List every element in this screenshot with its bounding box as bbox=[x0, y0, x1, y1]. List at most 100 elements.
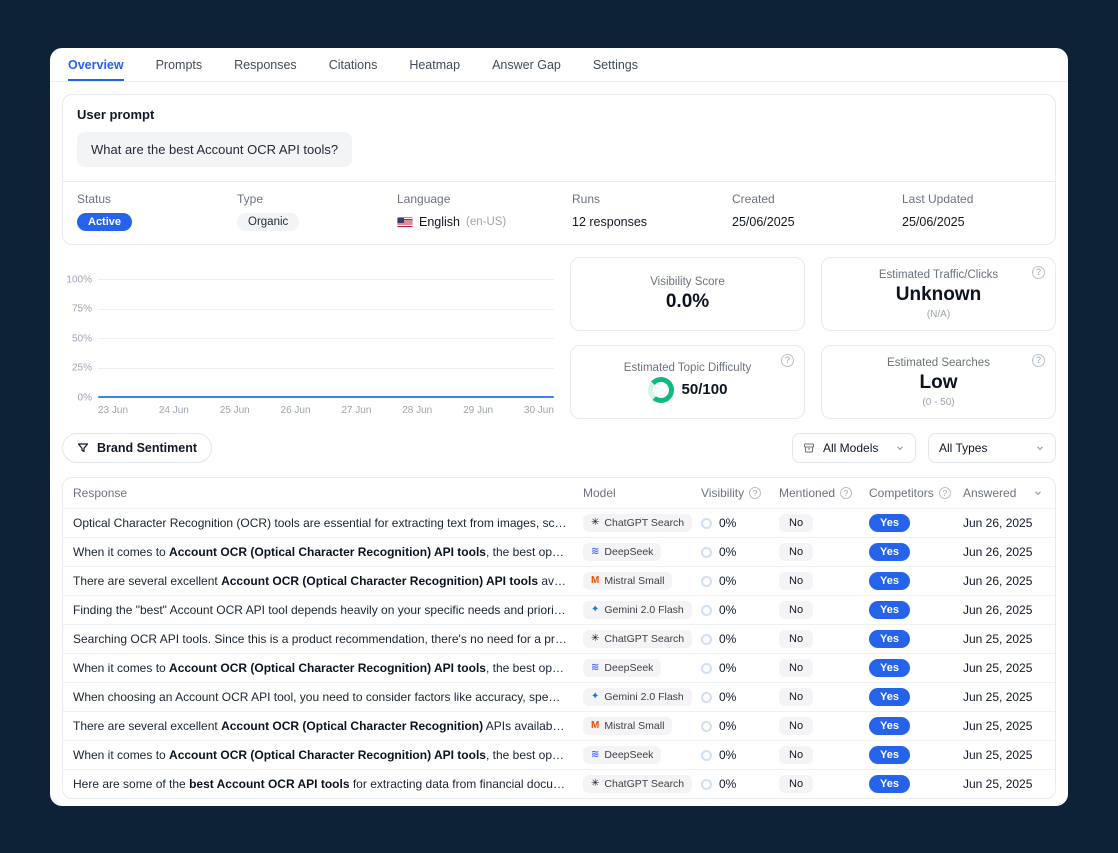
response-text: Searching OCR API tools. Since this is a… bbox=[73, 631, 583, 646]
filter-funnel-icon bbox=[77, 442, 89, 454]
response-text: Optical Character Recognition (OCR) tool… bbox=[73, 515, 583, 530]
table-row[interactable]: Finding the "best" Account OCR API tool … bbox=[63, 595, 1055, 624]
response-text: There are several excellent bbox=[73, 573, 222, 588]
table-row[interactable]: There are several excellent Account OCR … bbox=[63, 566, 1055, 595]
response-text: Account OCR (Optical Character Recogniti… bbox=[169, 544, 486, 559]
response-cell: Searching OCR API tools. Since this is a… bbox=[63, 625, 583, 654]
model-badge: M Mistral Small bbox=[583, 572, 673, 590]
help-icon[interactable]: ? bbox=[938, 487, 951, 499]
page-background: { "tabs": [ {"label": "Overview", "activ… bbox=[0, 0, 1118, 853]
meta-value: 12 responses bbox=[572, 215, 648, 229]
competitors-cell: Yes bbox=[869, 630, 963, 648]
visibility-value: 0% bbox=[719, 777, 737, 791]
answered-cell: Jun 25, 2025 bbox=[963, 748, 1033, 762]
table-row[interactable]: Optical Character Recognition (OCR) tool… bbox=[63, 508, 1055, 537]
table-row[interactable]: Here are some of the best Account OCR AP… bbox=[63, 769, 1055, 798]
dropdowns: All Models All Types bbox=[792, 433, 1056, 463]
table-row[interactable]: Searching OCR API tools. Since this is a… bbox=[63, 624, 1055, 653]
models-dropdown[interactable]: All Models bbox=[792, 433, 916, 463]
response-text: There are several excellent bbox=[73, 718, 222, 733]
model-cell: M Mistral Small bbox=[583, 717, 701, 735]
type-chip: Organic bbox=[237, 213, 300, 231]
response-text: , the best options depend on you... bbox=[485, 544, 583, 559]
mentioned-chip: No bbox=[779, 630, 814, 648]
response-text: Account OCR (Optical Character Recogniti… bbox=[221, 573, 538, 588]
response-text: When it comes to bbox=[73, 660, 170, 675]
help-icon[interactable]: ? bbox=[781, 354, 794, 367]
stat-card-value: 0.0% bbox=[665, 290, 710, 312]
table-row[interactable]: When choosing an Account OCR API tool, y… bbox=[63, 682, 1055, 711]
y-axis-label: 50% bbox=[71, 333, 92, 344]
sort-chevron-icon[interactable] bbox=[1033, 488, 1043, 498]
types-dropdown[interactable]: All Types bbox=[928, 433, 1056, 463]
meta-label: Language bbox=[397, 192, 451, 206]
table-row[interactable]: When it comes to Account OCR (Optical Ch… bbox=[63, 537, 1055, 566]
tab-prompts[interactable]: Prompts bbox=[156, 48, 203, 81]
visibility-cell: 0% bbox=[701, 545, 779, 559]
model-badge: M Mistral Small bbox=[583, 717, 673, 735]
model-cell: M Mistral Small bbox=[583, 572, 701, 590]
tab-settings[interactable]: Settings bbox=[593, 48, 638, 81]
grid-line: 100% bbox=[66, 274, 554, 285]
help-icon[interactable]: ? bbox=[1032, 354, 1045, 367]
response-cell: When it comes to Account OCR (Optical Ch… bbox=[63, 741, 583, 770]
response-text: Account OCR (Optical Character Recogniti… bbox=[169, 747, 486, 762]
visibility-cell: 0% bbox=[701, 516, 779, 530]
model-name: DeepSeek bbox=[604, 662, 654, 674]
model-name: Mistral Small bbox=[604, 575, 665, 587]
x-axis-label: 28 Jun bbox=[402, 405, 433, 416]
brand-sentiment-label: Brand Sentiment bbox=[97, 441, 198, 455]
meta-label: Last Updated bbox=[902, 192, 974, 206]
column-header-response: Response bbox=[63, 486, 583, 500]
help-icon[interactable]: ? bbox=[1032, 266, 1045, 279]
tab-answer-gap[interactable]: Answer Gap bbox=[492, 48, 561, 81]
visibility-ring-icon bbox=[701, 720, 712, 732]
meta-value: 25/06/2025 bbox=[902, 215, 965, 229]
model-cell: ✦ Gemini 2.0 Flash bbox=[583, 601, 701, 619]
y-axis-label: 75% bbox=[71, 303, 92, 315]
stat-card-value: Unknown bbox=[895, 283, 982, 305]
meta-field-created: Created 25/06/2025 bbox=[732, 192, 902, 232]
meta-field-last-updated: Last Updated 25/06/2025 bbox=[902, 192, 973, 232]
table-body: Optical Character Recognition (OCR) tool… bbox=[63, 508, 1055, 798]
help-icon[interactable]: ? bbox=[749, 487, 762, 499]
table-row[interactable]: There are several excellent Account OCR … bbox=[63, 711, 1055, 740]
competitors-chip: Yes bbox=[869, 659, 910, 677]
answered-cell: Jun 25, 2025 bbox=[963, 632, 1033, 646]
openai-icon: ✳ bbox=[591, 778, 600, 789]
meta-field-type: Type Organic bbox=[237, 192, 397, 232]
competitors-cell: Yes bbox=[869, 572, 963, 590]
brand-sentiment-button[interactable]: Brand Sentiment bbox=[62, 433, 213, 463]
help-icon[interactable]: ? bbox=[840, 487, 853, 499]
mentioned-chip: No bbox=[779, 572, 814, 590]
answered-cell: Jun 26, 2025 bbox=[963, 603, 1033, 617]
competitors-chip: Yes bbox=[869, 746, 910, 764]
table-row[interactable]: When it comes to Account OCR (Optical Ch… bbox=[63, 740, 1055, 769]
column-label: Competitors bbox=[869, 486, 934, 500]
tab-heatmap[interactable]: Heatmap bbox=[409, 48, 460, 81]
deepseek-icon: ≋ bbox=[591, 546, 600, 557]
visibility-value: 0% bbox=[719, 516, 737, 530]
model-cell: ≋ DeepSeek bbox=[583, 659, 701, 677]
visibility-ring-icon bbox=[701, 604, 712, 616]
mentioned-cell: No bbox=[779, 717, 869, 735]
competitors-cell: Yes bbox=[869, 659, 963, 677]
column-header-mentioned: Mentioned? bbox=[779, 486, 869, 500]
answered-cell: Jun 25, 2025 bbox=[963, 690, 1033, 704]
tab-overview[interactable]: Overview bbox=[68, 48, 124, 81]
visibility-cell: 0% bbox=[701, 603, 779, 617]
language-value: English bbox=[419, 215, 460, 229]
visibility-value: 0% bbox=[719, 748, 737, 762]
tab-citations[interactable]: Citations bbox=[329, 48, 378, 81]
gemini-icon: ✦ bbox=[591, 604, 600, 615]
tab-responses[interactable]: Responses bbox=[234, 48, 297, 81]
mentioned-cell: No bbox=[779, 659, 869, 677]
chart-and-stats: 100% 75% 50% 25% 0% 23 Jun 24 Jun 25 Jun 26 Jun… bbox=[62, 257, 1056, 419]
column-header-answered: Answered bbox=[963, 486, 1055, 500]
visibility-cell: 0% bbox=[701, 632, 779, 646]
models-icon bbox=[803, 442, 815, 454]
table-row[interactable]: When it comes to Account OCR (Optical Ch… bbox=[63, 653, 1055, 682]
stat-card-visibility-score: Visibility Score 0.0% bbox=[570, 257, 805, 331]
stat-cards: Visibility Score 0.0%? Estimated Traffic/C… bbox=[570, 257, 1056, 419]
model-cell: ≋ DeepSeek bbox=[583, 746, 701, 764]
